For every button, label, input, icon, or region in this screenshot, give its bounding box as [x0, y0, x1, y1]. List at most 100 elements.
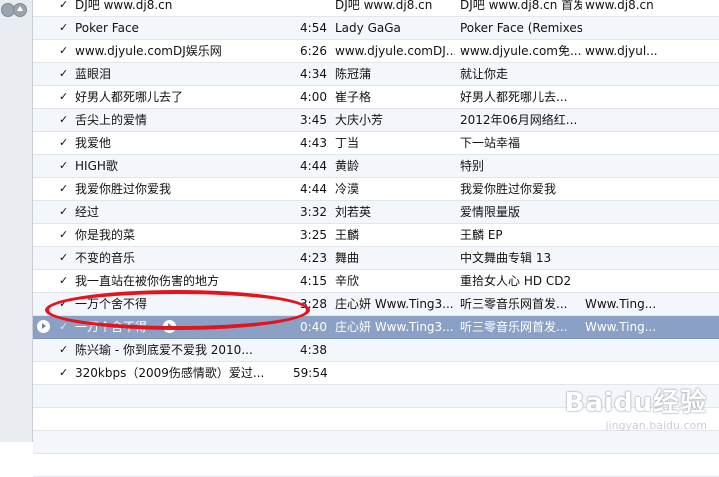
- song-artist: 王麟: [335, 228, 360, 242]
- watermark-logo: Baidu经验: [564, 388, 707, 418]
- song-album: DJ吧 www.dj8.cn 首发: [460, 0, 582, 12]
- song-album: 重拾女人心 HD CD2: [460, 274, 572, 288]
- song-time: 3:45: [300, 113, 327, 127]
- song-album: 听三零音乐网首发...: [460, 320, 568, 334]
- song-time: 4:23: [300, 251, 327, 265]
- go-arrow-icon[interactable]: [163, 320, 176, 333]
- song-extra: www.dj8.cn: [585, 0, 654, 12]
- song-checkbox[interactable]: ✓: [59, 86, 71, 108]
- song-artist: 崔子格: [335, 90, 372, 104]
- song-artist: 丁当: [335, 136, 360, 150]
- song-checkbox[interactable]: ✓: [59, 63, 71, 85]
- song-time: 4:44: [300, 159, 327, 173]
- song-name: www.djyule.comDJ娱乐网: [75, 44, 222, 58]
- song-time: 4:44: [300, 182, 327, 196]
- song-time: 3:32: [300, 205, 327, 219]
- song-checkbox[interactable]: ✓: [59, 0, 71, 16]
- song-album: 爱情限量版: [460, 205, 521, 219]
- song-name: DJ吧 www.dj8.cn: [75, 0, 173, 12]
- song-checkbox[interactable]: ✓: [59, 362, 71, 384]
- song-extra: www.djyul...: [585, 44, 658, 58]
- table-row[interactable]: ✓ DJ吧 www.dj8.cn DJ吧 www.dj8.cn DJ吧 www.…: [33, 0, 719, 17]
- song-album: 中文舞曲专辑 13: [460, 251, 552, 265]
- song-artist: 舞曲: [335, 251, 360, 265]
- song-extra: [585, 86, 705, 108]
- song-checkbox[interactable]: ✓: [59, 178, 71, 200]
- song-artist: Lady GaGa: [335, 21, 401, 35]
- table-row[interactable]: ✓ 蓝眼泪 4:34 陈冠蒲 就让你走: [33, 63, 719, 86]
- song-artist: DJ吧 www.dj8.cn: [335, 0, 433, 12]
- song-extra: [585, 132, 705, 154]
- song-checkbox[interactable]: ✓: [59, 132, 71, 154]
- song-time: 0:40: [300, 320, 327, 334]
- song-name: 不变的音乐: [75, 251, 136, 265]
- song-name: 一万个舍不得: [75, 297, 148, 311]
- song-extra: [585, 247, 705, 269]
- song-checkbox[interactable]: ✓: [59, 17, 71, 39]
- song-album: www.djyule.com免...: [460, 44, 582, 58]
- song-name: 好男人都死哪儿去了: [75, 90, 184, 104]
- song-artist: [335, 362, 455, 384]
- baidu-watermark: Baidu经验 jingyan.baidu.com: [565, 382, 707, 432]
- song-extra: [585, 362, 705, 384]
- song-album: 下一站幸福: [460, 136, 521, 150]
- song-name: 320kbps（2009伤感情歌）爱过...: [75, 366, 265, 380]
- song-extra: [585, 224, 705, 246]
- song-checkbox[interactable]: ✓: [59, 293, 71, 315]
- song-artist: 黄龄: [335, 159, 360, 173]
- song-extra: [585, 63, 705, 85]
- song-checkbox[interactable]: ✓: [59, 224, 71, 246]
- table-row[interactable]: ✓ HIGH歌 4:44 黄龄 特别: [33, 155, 719, 178]
- song-checkbox[interactable]: ✓: [59, 247, 71, 269]
- song-checkbox[interactable]: ✓: [59, 155, 71, 177]
- song-artist: www.djyule.comDJ...: [335, 44, 455, 58]
- play-arrow-icon[interactable]: [37, 320, 50, 333]
- song-checkbox[interactable]: ✓: [59, 339, 71, 361]
- song-name: Poker Face: [75, 21, 139, 35]
- song-time: 4:15: [300, 274, 327, 288]
- table-row[interactable]: ✓ 不变的音乐 4:23 舞曲 中文舞曲专辑 13: [33, 247, 719, 270]
- song-extra: [585, 339, 705, 361]
- song-name: 经过: [75, 205, 100, 219]
- song-time: 3:25: [300, 228, 327, 242]
- table-row[interactable]: ✓ 你是我的菜 3:25 王麟 王麟 EP: [33, 224, 719, 247]
- table-row[interactable]: ✓ 陈兴瑜 - 你到底爱不爱我 2010... 4:38: [33, 339, 719, 362]
- song-artist: 刘若英: [335, 205, 372, 219]
- table-row-empty: [33, 431, 719, 454]
- song-extra: [585, 109, 705, 131]
- song-time: [293, 0, 327, 16]
- song-album: 听三零音乐网首发...: [460, 297, 568, 311]
- song-name: 蓝眼泪: [75, 67, 112, 81]
- table-row[interactable]: ✓ www.djyule.comDJ娱乐网 6:26 www.djyule.co…: [33, 40, 719, 63]
- song-checkbox[interactable]: ✓: [59, 316, 71, 338]
- song-checkbox[interactable]: ✓: [59, 109, 71, 131]
- table-row[interactable]: ✓ 我爱他 4:43 丁当 下一站幸福: [33, 132, 719, 155]
- table-row[interactable]: ✓ 经过 3:32 刘若英 爱情限量版: [33, 201, 719, 224]
- song-extra: [585, 178, 705, 200]
- song-album: 王麟 EP: [460, 228, 503, 242]
- song-extra: [585, 270, 705, 292]
- song-checkbox[interactable]: ✓: [59, 40, 71, 62]
- song-artist: 庄心妍 Www.Ting3...: [335, 297, 454, 311]
- song-time: 4:54: [300, 21, 327, 35]
- eject-icon[interactable]: [13, 3, 27, 17]
- song-time: 4:00: [300, 90, 327, 104]
- watermark-url: jingyan.baidu.com: [605, 419, 707, 432]
- table-row[interactable]: ✓ 我一直站在被你伤害的地方 4:15 辛欣 重拾女人心 HD CD2: [33, 270, 719, 293]
- table-row[interactable]: ✓ Poker Face 4:54 Lady GaGa Poker Face (…: [33, 17, 719, 40]
- song-album: 2012年06月网络红...: [460, 113, 578, 127]
- song-checkbox[interactable]: ✓: [59, 270, 71, 292]
- song-album: 我爱你胜过你爱我: [460, 182, 557, 196]
- table-row[interactable]: ✓ 好男人都死哪儿去了 4:00 崔子格 好男人都死哪儿去...: [33, 86, 719, 109]
- table-row[interactable]: ✓ 舌尖上的爱情 3:45 大庆小芳 2012年06月网络红...: [33, 109, 719, 132]
- song-name: 陈兴瑜 - 你到底爱不爱我 2010...: [75, 343, 253, 357]
- table-row[interactable]: ✓ 我爱你胜过你爱我 4:44 冷漠 我爱你胜过你爱我: [33, 178, 719, 201]
- song-time: 6:26: [300, 44, 327, 58]
- song-name: 我爱你胜过你爱我: [75, 182, 172, 196]
- song-checkbox[interactable]: ✓: [59, 201, 71, 223]
- table-row-selected[interactable]: ✓ 一万个舍不得 0:40 庄心妍 Www.Ting3... 听三零音乐网首发.…: [33, 316, 719, 339]
- song-time: 4:34: [300, 67, 327, 81]
- table-row[interactable]: ✓ 一万个舍不得 3:28 庄心妍 Www.Ting3... 听三零音乐网首发.…: [33, 293, 719, 316]
- song-name: 我一直站在被你伤害的地方: [75, 274, 220, 288]
- song-album: 特别: [460, 159, 485, 173]
